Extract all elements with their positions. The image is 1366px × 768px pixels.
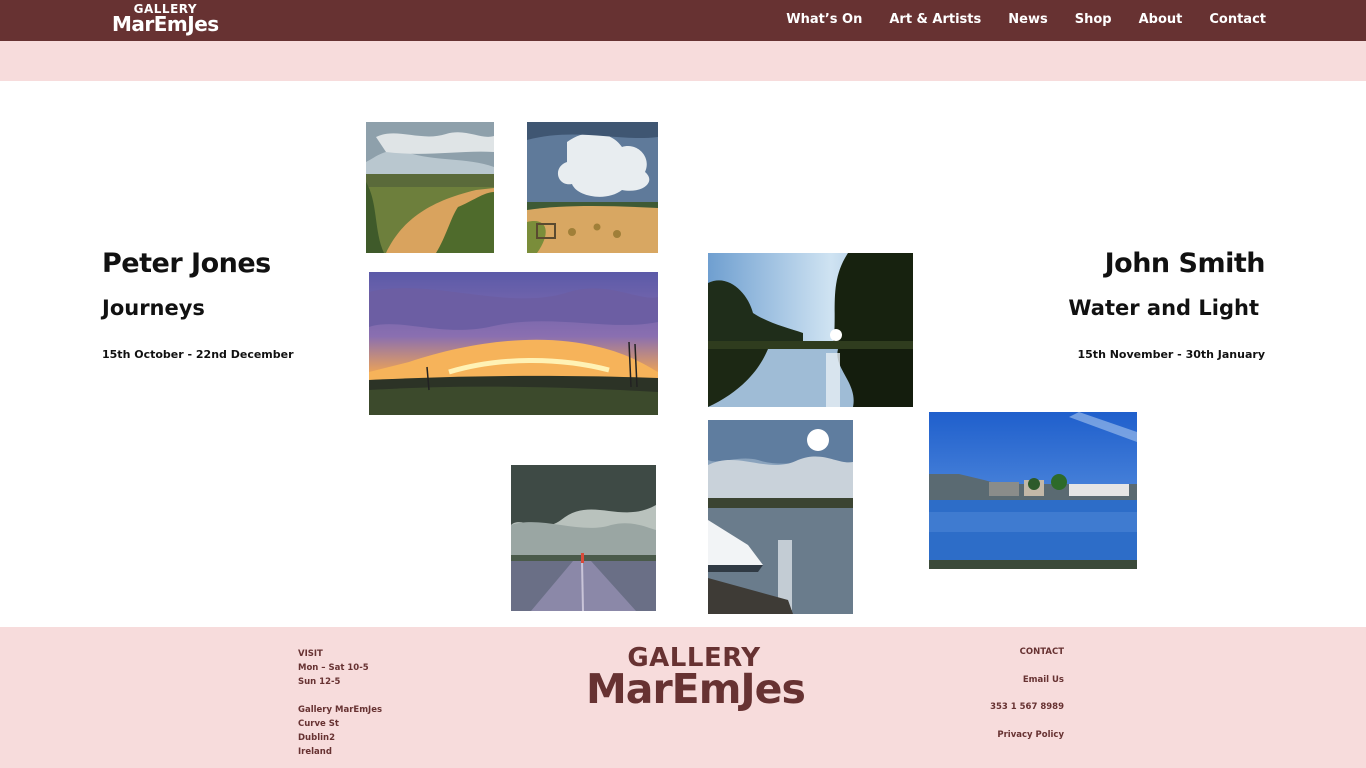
photo-marina-boats[interactable]	[708, 420, 853, 614]
address-line: Gallery MarEmJes	[298, 705, 383, 715]
exhibition-dates: 15th October - 22nd December	[102, 348, 294, 361]
hours-sunday: Sun 12-5	[298, 677, 341, 687]
nav-news[interactable]: News	[1008, 12, 1047, 27]
gallery-logo[interactable]: GALLERY MarEmJes	[112, 3, 219, 34]
phone-link[interactable]: 353 1 567 8989	[990, 702, 1064, 712]
painting-field-path[interactable]	[366, 122, 494, 253]
visit-heading: VISIT	[298, 649, 323, 659]
artist-name: John Smith	[1104, 248, 1266, 279]
privacy-policy-link[interactable]: Privacy Policy	[997, 730, 1064, 740]
site-footer: VISIT Mon – Sat 10-5 Sun 12-5 Gallery Ma…	[0, 627, 1366, 768]
contact-heading: CONTACT	[1019, 647, 1064, 657]
email-link[interactable]: Email Us	[1023, 675, 1064, 685]
nav-contact[interactable]: Contact	[1209, 12, 1266, 27]
address-line: Curve St	[298, 719, 339, 729]
nav-whats-on[interactable]: What’s On	[786, 12, 862, 27]
footer-logo-line-2: MarEmJes	[586, 665, 806, 713]
painting-hay-field[interactable]	[527, 122, 658, 253]
painting-sunset[interactable]	[369, 272, 658, 415]
painting-stormy-road[interactable]	[511, 465, 656, 611]
hours-weekday: Mon – Sat 10-5	[298, 663, 369, 673]
logo-line-2: MarEmJes	[112, 12, 219, 36]
exhibition-title: Water and Light	[1068, 296, 1259, 320]
exhibition-peter-jones[interactable]: Peter Jones Journeys 15th October - 22nd…	[102, 248, 294, 361]
exhibition-dates: 15th November - 30th January	[1077, 348, 1266, 361]
visit-info: VISIT Mon – Sat 10-5 Sun 12-5 Gallery Ma…	[298, 647, 382, 759]
exhibition-john-smith[interactable]: John Smith Water and Light 15th November…	[1068, 248, 1265, 361]
photo-river-trees[interactable]	[708, 253, 913, 407]
artist-name: Peter Jones	[102, 248, 271, 279]
header-band	[0, 41, 1366, 81]
photo-harbour-town[interactable]	[929, 412, 1137, 569]
nav-shop[interactable]: Shop	[1075, 12, 1112, 27]
nav-about[interactable]: About	[1139, 12, 1183, 27]
exhibition-title: Journeys	[102, 296, 205, 320]
address-line: Ireland	[298, 747, 332, 757]
contact-info: CONTACT Email Us 353 1 567 8989 Privacy …	[990, 647, 1064, 757]
nav-art-artists[interactable]: Art & Artists	[889, 12, 981, 27]
main-nav: What’s On Art & Artists News Shop About …	[759, 12, 1266, 27]
site-header: GALLERY MarEmJes What’s On Art & Artists…	[0, 0, 1366, 41]
address-line: Dublin2	[298, 733, 335, 743]
footer-logo[interactable]: GALLERY MarEmJes	[586, 645, 806, 713]
